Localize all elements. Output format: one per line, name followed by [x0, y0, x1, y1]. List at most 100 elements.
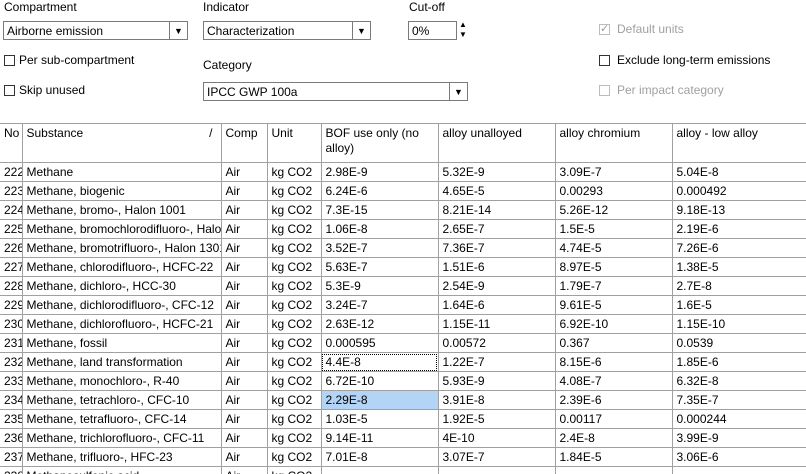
cell-alloy-unalloyed[interactable]: 2.54E-9: [438, 277, 555, 296]
table-row[interactable]: 236Methane, trichlorofluoro-, CFC-11Airk…: [0, 429, 806, 448]
cell-substance[interactable]: Methane, trifluoro-, HFC-23: [22, 448, 221, 467]
cell-no[interactable]: 235: [0, 410, 22, 429]
cell-substance[interactable]: Methane, land transformation: [22, 353, 221, 372]
cell-alloy-unalloyed[interactable]: 5.93E-9: [438, 372, 555, 391]
chevron-down-icon[interactable]: ▼: [352, 22, 370, 39]
cell-substance[interactable]: Methane, dichloro-, HCC-30: [22, 277, 221, 296]
cell-unit[interactable]: kg CO2: [267, 315, 321, 334]
col-header-unit[interactable]: Unit: [267, 124, 321, 163]
cell-alloy-low[interactable]: 1.85E-6: [672, 353, 806, 372]
table-row[interactable]: 227Methane, chlorodifluoro-, HCFC-22Airk…: [0, 258, 806, 277]
table-row[interactable]: 233Methane, monochloro-, R-40Airkg CO2 6.…: [0, 372, 806, 391]
cell-alloy-unalloyed[interactable]: 8.21E-14: [438, 201, 555, 220]
cell-comp[interactable]: Air: [221, 182, 267, 201]
cell-alloy-unalloyed[interactable]: 1.15E-11: [438, 315, 555, 334]
per-sub-compartment-checkbox[interactable]: [4, 55, 15, 66]
cell-alloy-low[interactable]: 6.32E-8: [672, 372, 806, 391]
cell-no[interactable]: 229: [0, 296, 22, 315]
cell-substance[interactable]: Methane, biogenic: [22, 182, 221, 201]
cell-alloy-low[interactable]: 7.35E-7: [672, 391, 806, 410]
cell-comp[interactable]: Air: [221, 391, 267, 410]
cell-no[interactable]: 233: [0, 372, 22, 391]
cell-alloy-low[interactable]: 0.000492: [672, 182, 806, 201]
cell-bof[interactable]: 5.63E-7: [321, 258, 438, 277]
table-row[interactable]: 228Methane, dichloro-, HCC-30Airkg CO25.…: [0, 277, 806, 296]
cell-alloy-low[interactable]: 1.38E-5: [672, 258, 806, 277]
cell-alloy-low[interactable]: 0.0539: [672, 334, 806, 353]
cell-alloy-chromium[interactable]: 0.00293: [555, 182, 672, 201]
cell-alloy-unalloyed[interactable]: 4E-10: [438, 429, 555, 448]
cell-substance[interactable]: Methane, tetrafluoro-, CFC-14: [22, 410, 221, 429]
cell-comp[interactable]: Air: [221, 353, 267, 372]
cell-alloy-unalloyed[interactable]: 7.36E-7: [438, 239, 555, 258]
col-header-no[interactable]: No: [0, 124, 22, 163]
cell-alloy-low[interactable]: 2.7E-8: [672, 277, 806, 296]
cell-no[interactable]: 224: [0, 201, 22, 220]
cell-substance[interactable]: Methane, dichlorofluoro-, HCFC-21: [22, 315, 221, 334]
cell-unit[interactable]: kg CO2: [267, 334, 321, 353]
col-header-bof[interactable]: BOF use only (no alloy): [321, 124, 438, 163]
cell-bof[interactable]: 9.14E-11: [321, 429, 438, 448]
cell-alloy-unalloyed[interactable]: 4.65E-5: [438, 182, 555, 201]
cell-alloy-low[interactable]: 0.000244: [672, 410, 806, 429]
cell-alloy-chromium[interactable]: 8.15E-6: [555, 353, 672, 372]
cell-comp[interactable]: Air: [221, 372, 267, 391]
cell-alloy-chromium[interactable]: 9.61E-5: [555, 296, 672, 315]
table-row[interactable]: 226Methane, bromotrifluoro-, Halon 1301A…: [0, 239, 806, 258]
cell-substance[interactable]: Methane, tetrachloro-, CFC-10: [22, 391, 221, 410]
cell-unit[interactable]: kg CO2: [267, 372, 321, 391]
cutoff-spinner[interactable]: ▲ ▼: [459, 20, 467, 40]
compartment-dropdown[interactable]: Airborne emission ▼: [3, 21, 188, 40]
cell-unit[interactable]: kg CO2: [267, 182, 321, 201]
cell-bof[interactable]: 3.24E-7: [321, 296, 438, 315]
table-row[interactable]: 232Methane, land transformationAirkg CO2…: [0, 353, 806, 372]
cell-comp[interactable]: Air: [221, 239, 267, 258]
results-grid[interactable]: No Substance / Comp Unit BOF use only (n…: [0, 123, 806, 474]
cell-no[interactable]: 225: [0, 220, 22, 239]
cell-unit[interactable]: kg CO2: [267, 277, 321, 296]
table-row[interactable]: 230Methane, dichlorofluoro-, HCFC-21Airk…: [0, 315, 806, 334]
cell-alloy-unalloyed[interactable]: 0.00572: [438, 334, 555, 353]
cell-alloy-unalloyed[interactable]: 2.65E-7: [438, 220, 555, 239]
cell-alloy-unalloyed[interactable]: 5.32E-9: [438, 163, 555, 182]
cell-alloy-low[interactable]: 9.18E-13: [672, 201, 806, 220]
cell-no[interactable]: 222: [0, 163, 22, 182]
cell-bof[interactable]: 1.06E-8: [321, 220, 438, 239]
cell-alloy-chromium[interactable]: 1.84E-5: [555, 448, 672, 467]
cell-alloy-low[interactable]: 7.26E-6: [672, 239, 806, 258]
cell-comp[interactable]: Air: [221, 334, 267, 353]
cell-alloy-chromium[interactable]: 4.08E-7: [555, 372, 672, 391]
cell-alloy-low[interactable]: 3.99E-9: [672, 429, 806, 448]
cell-alloy-chromium[interactable]: 8.97E-5: [555, 258, 672, 277]
col-header-alloy-chromium[interactable]: alloy chromium: [555, 124, 672, 163]
cell-bof[interactable]: 0.000595: [321, 334, 438, 353]
default-units-checkbox[interactable]: [599, 24, 610, 35]
cell-unit[interactable]: kg CO2: [267, 258, 321, 277]
cell-alloy-chromium[interactable]: 2.39E-6: [555, 391, 672, 410]
table-row[interactable]: 229Methane, dichlorodifluoro-, CFC-12Air…: [0, 296, 806, 315]
cutoff-input[interactable]: 0%: [408, 21, 457, 40]
cell-alloy-low[interactable]: 3.06E-6: [672, 448, 806, 467]
cell-substance[interactable]: Methane, dichlorodifluoro-, CFC-12: [22, 296, 221, 315]
table-row[interactable]: 235Methane, tetrafluoro-, CFC-14Airkg CO…: [0, 410, 806, 429]
cell-comp[interactable]: Air: [221, 220, 267, 239]
cell-alloy-unalloyed[interactable]: 3.07E-7: [438, 448, 555, 467]
cell-alloy-low[interactable]: 2.19E-6: [672, 220, 806, 239]
cell-unit[interactable]: kg CO2: [267, 353, 321, 372]
cell-alloy-chromium[interactable]: 3.09E-7: [555, 163, 672, 182]
col-header-alloy-unalloyed[interactable]: alloy unalloyed: [438, 124, 555, 163]
cell-no[interactable]: 237: [0, 448, 22, 467]
cell-no[interactable]: 231: [0, 334, 22, 353]
spin-up-icon[interactable]: ▲: [459, 20, 467, 30]
cell-alloy-unalloyed[interactable]: 1.22E-7: [438, 353, 555, 372]
cell-alloy-chromium[interactable]: 0.00117: [555, 410, 672, 429]
cell-alloy-unalloyed[interactable]: 1.64E-6: [438, 296, 555, 315]
cell-comp[interactable]: Air: [221, 201, 267, 220]
cell-alloy-chromium[interactable]: 2.4E-8: [555, 429, 672, 448]
cell-alloy-low[interactable]: 5.04E-8: [672, 163, 806, 182]
cell-bof[interactable]: 7.01E-8: [321, 448, 438, 467]
cell-comp[interactable]: Air: [221, 448, 267, 467]
cell-substance[interactable]: Methane, monochloro-, R-40: [22, 372, 221, 391]
cell-bof[interactable]: 5.3E-9: [321, 277, 438, 296]
cell-no[interactable]: 227: [0, 258, 22, 277]
